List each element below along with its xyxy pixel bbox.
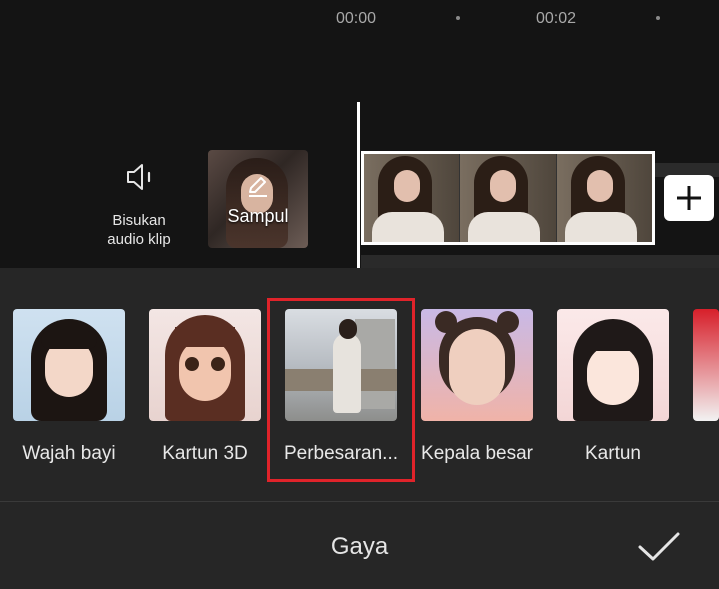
confirm-button[interactable] [636, 530, 682, 569]
divider [0, 501, 719, 502]
clip-frame [556, 154, 652, 242]
effect-item-baby-face[interactable]: Wajah bayi [13, 309, 125, 464]
mute-audio-button[interactable]: Bisukan audio klip [100, 160, 178, 249]
time-mark-1: 00:02 [536, 10, 577, 27]
selected-effect-highlight [267, 298, 415, 482]
effect-thumbnail [421, 309, 533, 421]
effect-label: Kartun [585, 443, 641, 464]
effect-thumbnail [693, 309, 719, 421]
checkmark-icon [638, 532, 680, 561]
mute-audio-label: Bisukan audio klip [107, 212, 171, 248]
audio-track[interactable] [361, 255, 719, 268]
time-dot [456, 16, 460, 20]
cover-label: Sampul [227, 206, 289, 226]
plus-icon [677, 186, 701, 210]
effect-item-partial[interactable] [693, 309, 719, 421]
panel-title: Gaya [330, 533, 389, 560]
speaker-icon [127, 164, 151, 190]
pencil-icon [249, 177, 267, 197]
effect-label: Kepala besar [421, 443, 533, 464]
time-mark-0: 00:00 [336, 10, 377, 27]
effect-thumbnail [149, 309, 261, 421]
clip-frame [460, 154, 557, 242]
time-dot [656, 16, 660, 20]
effect-item-3d-cartoon[interactable]: Kartun 3D [149, 309, 261, 464]
add-clip-button[interactable] [664, 175, 714, 221]
effect-item-cartoon[interactable]: Kartun [557, 309, 669, 464]
effect-thumbnail [557, 309, 669, 421]
cover-button[interactable]: Sampul [208, 150, 308, 248]
clip-frame [364, 154, 461, 242]
effect-thumbnail [13, 309, 125, 421]
playhead[interactable] [357, 102, 360, 268]
video-clip[interactable] [361, 151, 655, 245]
effect-label: Wajah bayi [22, 443, 116, 464]
effect-item-big-head[interactable]: Kepala besar [421, 309, 533, 464]
effect-label: Kartun 3D [162, 443, 248, 464]
timeline-area[interactable]: 00:00 00:02 Bisukan audio klip Sampul [0, 0, 719, 268]
